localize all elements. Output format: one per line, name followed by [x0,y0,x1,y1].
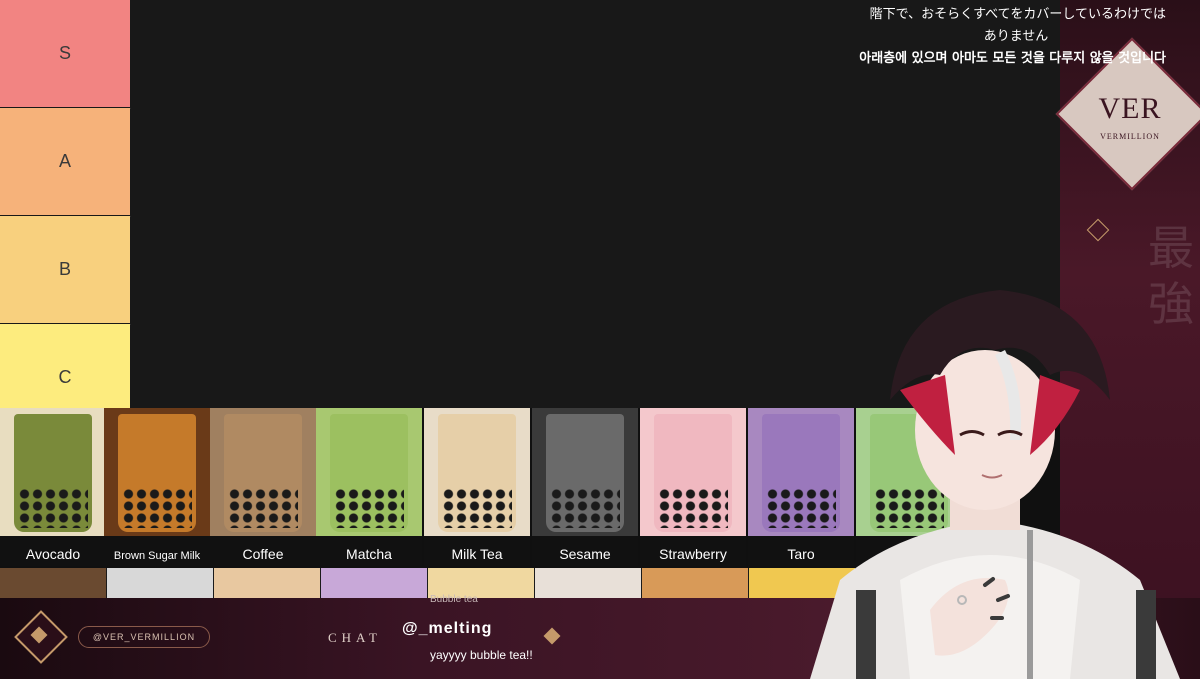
card-matcha[interactable]: Matcha [316,408,422,566]
avocado-image [0,408,106,536]
card-label: Strawberry [659,546,727,562]
tier-label-a: A [0,108,130,215]
subtitle-overlay: 階下で、おそらくすべてをカバーしているわけでは ありません 아래층에 있으며 아… [746,4,1166,70]
chat-username: @_melting [402,620,493,637]
watermark-glyph: 最 [1148,221,1194,275]
matcha-image [316,408,422,536]
tapioca-pearls [228,488,298,528]
stream-scene: S A B C Avocado Brown Sugar Milk Coffee [0,0,1200,679]
tray-thumbnail[interactable] [642,568,748,598]
tier-drop-zone-a[interactable] [131,108,1060,215]
tier-label-s: S [0,0,130,107]
subtitle-japanese-line1: 階下で、おそらくすべてをカバーしているわけでは [869,7,1166,22]
avatar-strap-right [1136,590,1156,679]
card-label: Coffee [242,546,284,562]
tapioca-pearls [658,488,728,528]
tray-thumbnail[interactable] [535,568,641,598]
card-brown-sugar-milk[interactable]: Brown Sugar Milk [104,408,210,566]
brown-sugar-milk-image [104,408,210,536]
card-label: Brown Sugar Milk [113,550,201,562]
vtuber-avatar [810,290,1180,679]
card-avocado[interactable]: Avocado [0,408,106,566]
tray-thumbnail[interactable] [214,568,320,598]
card-strawberry[interactable]: Strawberry [640,408,746,566]
card-label: Sesame [559,546,611,562]
chat-message: yayyyy bubble tea!! [430,648,533,662]
gem-ornament-icon [546,626,558,646]
chat-label: CHAT [328,630,382,645]
tapioca-pearls [550,488,620,528]
coffee-image [210,408,316,536]
tray-thumbnail[interactable] [0,568,106,598]
card-label: Milk Tea [451,546,503,562]
tier-label-b: B [0,216,130,323]
card-coffee[interactable]: Coffee [210,408,316,566]
tray-thumbnail[interactable] [107,568,213,598]
card-label: Avocado [25,546,81,562]
logo-title: VER [1098,92,1162,125]
tapioca-pearls [122,488,192,528]
tapioca-pearls [334,488,404,528]
sesame-image [532,408,638,536]
card-milk-tea[interactable]: Milk Tea [424,408,530,566]
tray-thumbnail[interactable] [321,568,427,598]
strawberry-image [640,408,746,536]
tapioca-pearls [442,488,512,528]
tier-row-a: A [0,108,1060,217]
milk-tea-image [424,408,530,536]
subtitle-korean: 아래층에 있으며 아마도 모든 것을 다루지 않을 것입니다 [859,51,1166,66]
tapioca-pearls [18,488,88,528]
subtitle-japanese-line2: ありません [983,29,1049,44]
channel-handle: @VER_VERMILLION [78,626,210,648]
chat-previous-message: Bubble tea [430,594,478,605]
logo-subtitle: VERMILLION [1100,132,1160,141]
avatar-strap-left [856,590,876,679]
card-sesame[interactable]: Sesame [532,408,638,566]
card-label: Matcha [346,546,392,562]
